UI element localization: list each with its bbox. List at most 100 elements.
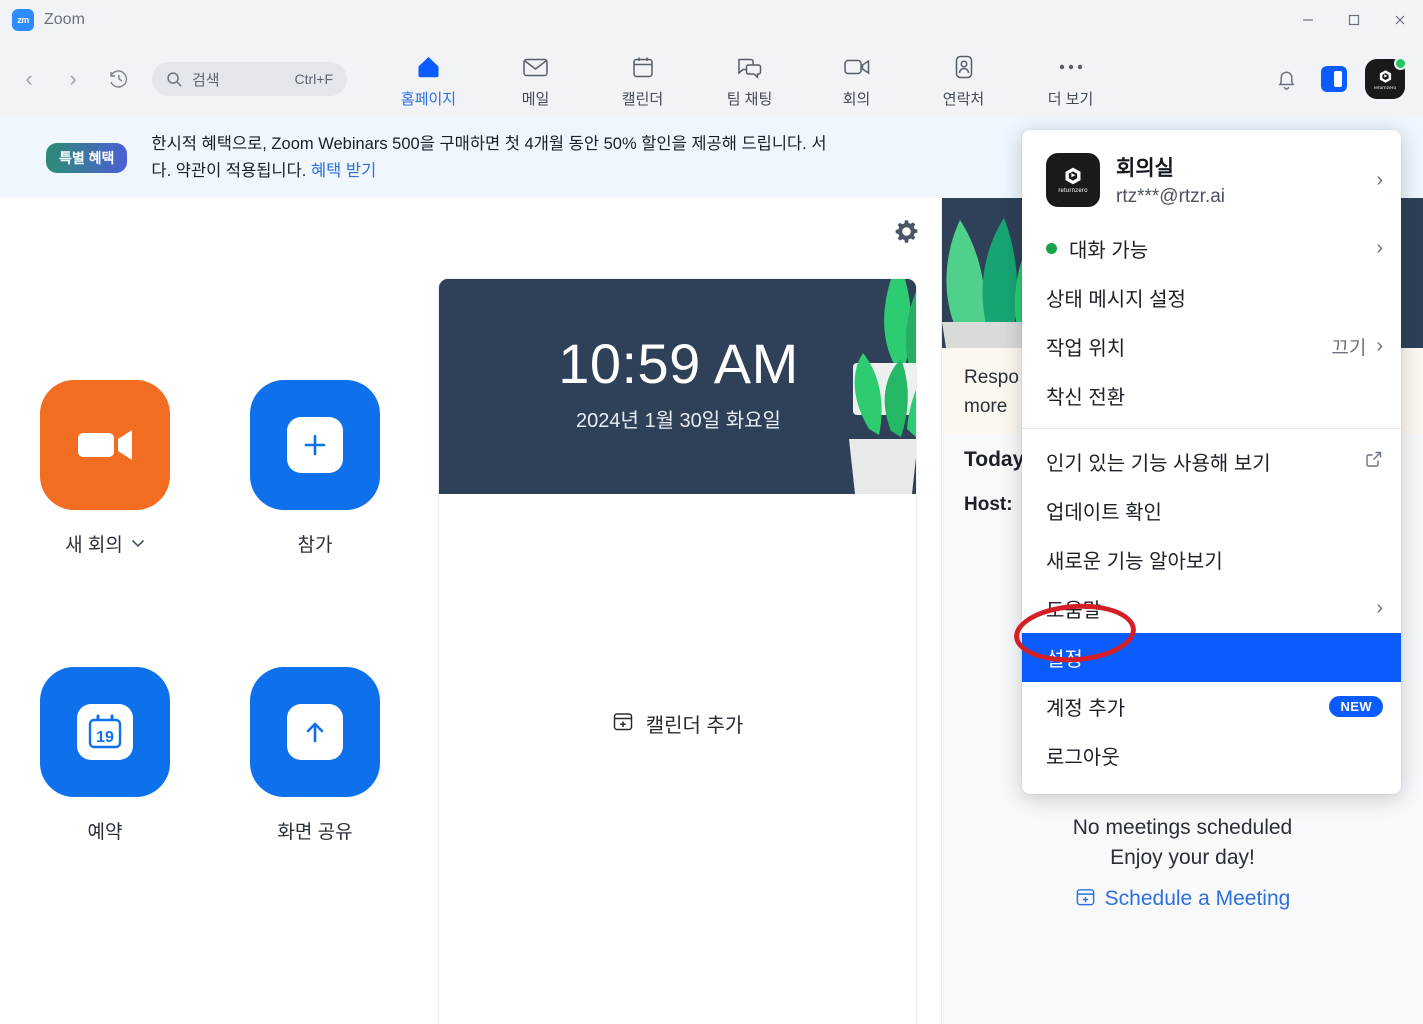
tab-meetings[interactable]: 회의 bbox=[803, 48, 910, 110]
chevron-down-icon[interactable] bbox=[131, 536, 145, 551]
main-tabs: 홈페이지 메일 캘린더 팀 채팅 회의 연락처 더 보기 bbox=[375, 48, 1124, 110]
tab-more-label: 더 보기 bbox=[1047, 91, 1094, 108]
menu-item-add-account[interactable]: 계정 추가 NEW bbox=[1022, 682, 1401, 731]
schedule-label-row: 예약 bbox=[88, 817, 123, 844]
returnzero-mark-icon-large bbox=[1065, 167, 1081, 185]
tab-meetings-label: 회의 bbox=[842, 91, 871, 108]
menu-item-working-location-label: 작업 위치 bbox=[1046, 338, 1126, 360]
menu-item-working-location[interactable]: 작업 위치 끄기 › bbox=[1022, 322, 1401, 371]
tab-contacts[interactable]: 연락처 bbox=[910, 48, 1017, 110]
menu-item-status-message-label: 상태 메시지 설정 bbox=[1046, 289, 1186, 311]
share-screen-button[interactable] bbox=[250, 667, 380, 797]
new-badge: NEW bbox=[1329, 696, 1383, 717]
chevron-right-icon-help: › bbox=[1376, 597, 1383, 619]
menu-item-try-top-features[interactable]: 인기 있는 기능 사용해 보기 bbox=[1022, 437, 1401, 486]
side-panel-icon[interactable] bbox=[1321, 66, 1347, 92]
tile-row-1: 새 회의 참가 bbox=[0, 380, 420, 557]
account-menu: returnzero 회의실 rtz***@rtzr.ai › 대화 가능 › … bbox=[1022, 130, 1401, 794]
no-meetings-line2: Enjoy your day! bbox=[1110, 846, 1255, 870]
menu-item-add-account-right: NEW bbox=[1329, 696, 1383, 717]
video-camera-icon bbox=[78, 430, 132, 460]
window-controls bbox=[1285, 0, 1423, 40]
tab-mail-label: 메일 bbox=[521, 91, 550, 108]
tab-calendar-label: 캘린더 bbox=[621, 91, 664, 108]
add-calendar-button[interactable]: 캘린더 추가 bbox=[439, 709, 916, 738]
zoom-app-window: zm Zoom ‹ › 검색 Ctrl+F 홈페이지 메일 캘린더 팀 채팅 회… bbox=[0, 0, 1423, 1024]
history-icon[interactable] bbox=[102, 62, 136, 96]
tab-mail[interactable]: 메일 bbox=[482, 48, 589, 110]
tab-home-label: 홈페이지 bbox=[400, 91, 457, 108]
promo-link[interactable]: 혜택 받기 bbox=[311, 162, 376, 180]
no-meetings-block: No meetings scheduled Enjoy your day! Sc… bbox=[942, 813, 1423, 913]
clock-date: 2024년 1월 30일 화요일 bbox=[576, 410, 781, 432]
menu-divider bbox=[1022, 428, 1401, 429]
returnzero-mark-icon bbox=[1379, 69, 1391, 83]
clock-time: 10:59 AM bbox=[558, 332, 799, 395]
gear-icon[interactable] bbox=[889, 214, 923, 248]
search-placeholder: 검색 bbox=[192, 71, 220, 89]
new-meeting-tile[interactable]: 새 회의 bbox=[0, 380, 210, 557]
calendar-plus-icon bbox=[612, 710, 634, 738]
menu-item-check-updates[interactable]: 업데이트 확인 bbox=[1022, 486, 1401, 535]
bell-icon[interactable] bbox=[1269, 62, 1303, 96]
home-pane: 새 회의 참가 19 예약 화면 공유 10:59 AM 2024년 1월 30… bbox=[0, 198, 941, 1024]
schedule-button[interactable]: 19 bbox=[40, 667, 170, 797]
menu-item-working-location-value: 끄기 bbox=[1331, 338, 1367, 359]
menu-item-settings-label: 설정 bbox=[1046, 649, 1083, 671]
chevron-right-icon: › bbox=[1376, 168, 1383, 191]
menu-item-status[interactable]: 대화 가능 › bbox=[1022, 224, 1401, 273]
share-screen-tile[interactable]: 화면 공유 bbox=[210, 667, 420, 844]
menu-item-call-forwarding-label: 착신 전환 bbox=[1046, 387, 1126, 409]
search-shortcut: Ctrl+F bbox=[294, 71, 334, 87]
calendar-plus-icon-right bbox=[1075, 886, 1096, 913]
side-panel-inner bbox=[1333, 71, 1342, 87]
search-icon bbox=[166, 71, 183, 88]
menu-item-sign-out[interactable]: 로그아웃 bbox=[1022, 731, 1401, 780]
menu-item-status-message[interactable]: 상태 메시지 설정 bbox=[1022, 273, 1401, 322]
header-right-controls: returnzero bbox=[1269, 57, 1407, 99]
menu-item-check-updates-label: 업데이트 확인 bbox=[1046, 502, 1162, 524]
forward-button[interactable]: › bbox=[58, 64, 88, 94]
no-meetings-line1: No meetings scheduled bbox=[1072, 816, 1293, 839]
clock-hero: 10:59 AM 2024년 1월 30일 화요일 bbox=[439, 279, 916, 494]
quick-action-tiles: 새 회의 참가 19 예약 화면 공유 bbox=[0, 380, 420, 844]
schedule-a-meeting-link[interactable]: Schedule a Meeting bbox=[1075, 886, 1290, 913]
account-header[interactable]: returnzero 회의실 rtz***@rtzr.ai › bbox=[1022, 138, 1401, 224]
new-meeting-button[interactable] bbox=[40, 380, 170, 510]
search-input[interactable]: 검색 Ctrl+F bbox=[152, 62, 347, 96]
share-screen-label: 화면 공유 bbox=[277, 822, 353, 843]
avatar[interactable]: returnzero bbox=[1365, 57, 1407, 99]
join-tile[interactable]: 참가 bbox=[210, 380, 420, 557]
menu-item-add-account-label: 계정 추가 bbox=[1046, 698, 1126, 720]
home-icon bbox=[415, 52, 442, 82]
menu-item-help-right: › bbox=[1376, 597, 1383, 620]
schedule-label: 예약 bbox=[87, 822, 123, 843]
tab-team-chat[interactable]: 팀 채팅 bbox=[696, 48, 803, 110]
menu-item-call-forwarding[interactable]: 착신 전환 bbox=[1022, 371, 1401, 420]
menu-item-help-label: 도움말 bbox=[1046, 600, 1102, 622]
menu-item-help[interactable]: 도움말 › bbox=[1022, 584, 1401, 633]
schedule-tile[interactable]: 19 예약 bbox=[0, 667, 210, 844]
chevron-right-icon-working-location: › bbox=[1376, 335, 1383, 357]
nav-arrows: ‹ › bbox=[14, 64, 88, 94]
close-icon[interactable] bbox=[1377, 0, 1423, 40]
account-text: 회의실 rtz***@rtzr.ai bbox=[1116, 152, 1225, 208]
account-name: 회의실 bbox=[1116, 157, 1174, 180]
avatar-brand-text: returnzero bbox=[1373, 84, 1397, 90]
svg-text:19: 19 bbox=[96, 729, 114, 746]
menu-item-whats-new[interactable]: 새로운 기능 알아보기 bbox=[1022, 535, 1401, 584]
tab-home[interactable]: 홈페이지 bbox=[375, 48, 482, 110]
account-avatar: returnzero bbox=[1046, 153, 1100, 207]
minimize-icon[interactable] bbox=[1285, 0, 1331, 40]
tab-calendar[interactable]: 캘린더 bbox=[589, 48, 696, 110]
host-label: Host: bbox=[964, 494, 1013, 515]
promo-badge: 특별 혜택 bbox=[46, 143, 128, 173]
join-button[interactable] bbox=[250, 380, 380, 510]
menu-item-settings[interactable]: 설정 bbox=[1022, 633, 1401, 682]
new-meeting-label-row: 새 회의 bbox=[65, 530, 145, 557]
maximize-icon[interactable] bbox=[1331, 0, 1377, 40]
window-title: Zoom bbox=[44, 11, 85, 28]
back-button[interactable]: ‹ bbox=[14, 64, 44, 94]
contacts-icon bbox=[953, 52, 975, 82]
tab-more[interactable]: 더 보기 bbox=[1017, 48, 1124, 110]
